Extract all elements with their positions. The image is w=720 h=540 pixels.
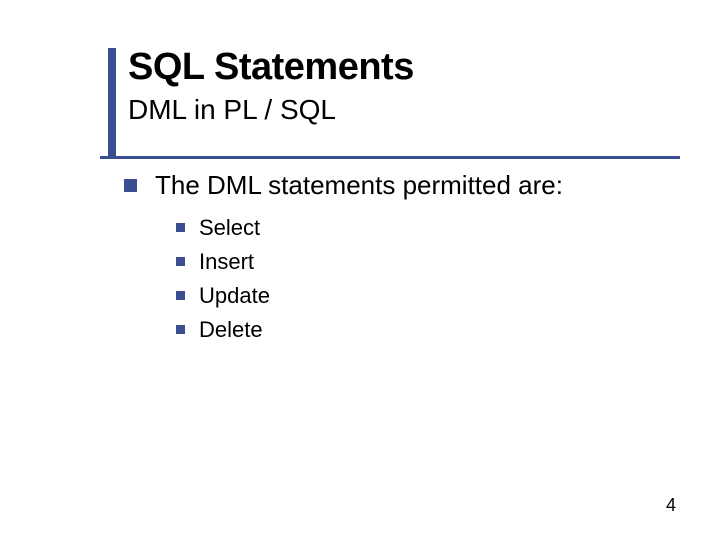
- body: The DML statements permitted are: Select…: [124, 170, 720, 343]
- page-subtitle: DML in PL / SQL: [128, 94, 720, 126]
- body-heading: The DML statements permitted are:: [155, 170, 563, 201]
- list-item: Insert: [176, 249, 720, 275]
- title-accent-bar: [108, 48, 116, 156]
- square-bullet-icon: [176, 257, 185, 266]
- page-title: SQL Statements: [128, 48, 720, 88]
- sublist-item-label: Delete: [199, 317, 263, 343]
- list-item: Select: [176, 215, 720, 241]
- title-underline: [100, 156, 680, 159]
- sublist: Select Insert Update Delete: [176, 215, 720, 343]
- sublist-item-label: Select: [199, 215, 260, 241]
- list-item: Update: [176, 283, 720, 309]
- page-number: 4: [666, 495, 676, 516]
- square-bullet-icon: [124, 179, 137, 192]
- title-block: SQL Statements DML in PL / SQL: [100, 48, 720, 126]
- square-bullet-icon: [176, 291, 185, 300]
- sublist-item-label: Update: [199, 283, 270, 309]
- list-item: Delete: [176, 317, 720, 343]
- square-bullet-icon: [176, 223, 185, 232]
- slide: SQL Statements DML in PL / SQL The DML s…: [0, 0, 720, 540]
- sublist-item-label: Insert: [199, 249, 254, 275]
- list-item: The DML statements permitted are:: [124, 170, 720, 201]
- square-bullet-icon: [176, 325, 185, 334]
